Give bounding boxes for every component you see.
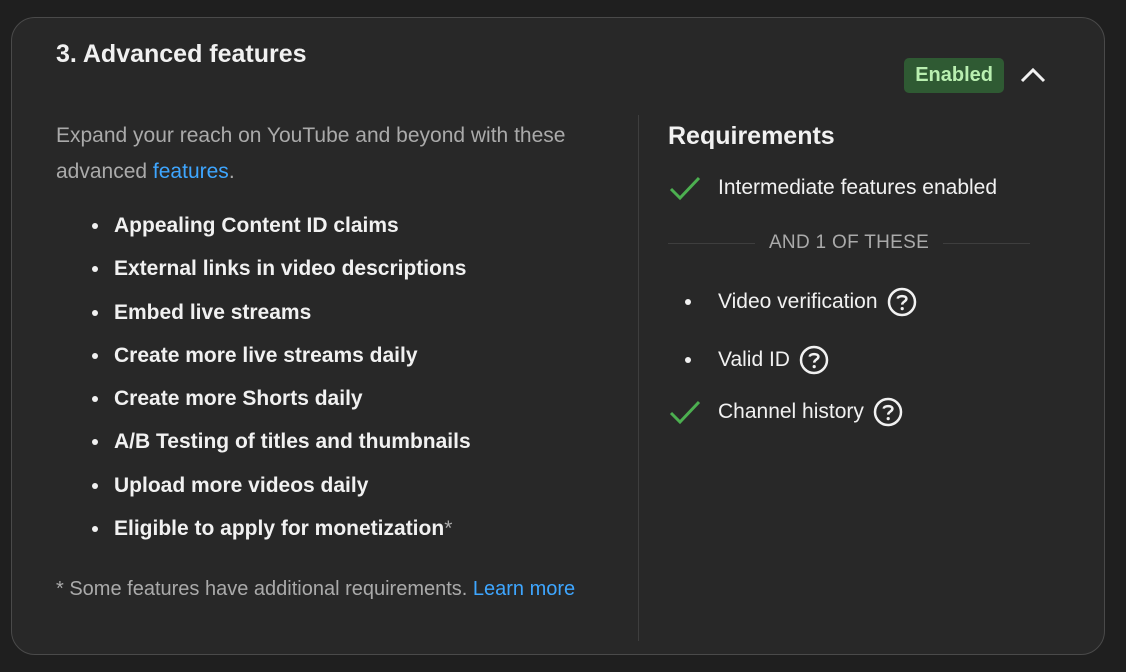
checkmark-icon [669, 400, 701, 425]
intro-text: Expand your reach on YouTube and beyond … [56, 118, 596, 190]
column-divider [638, 115, 639, 641]
requirement-label: Video verification [718, 290, 878, 313]
requirement-label: Intermediate features enabled [718, 176, 998, 199]
separator-text: AND 1 OF THESE [768, 232, 930, 253]
collapse-button[interactable] [1014, 56, 1052, 94]
feature-item: Embed live streams [92, 291, 596, 334]
help-icon[interactable] [799, 345, 829, 375]
requirement-label: Channel history [718, 400, 864, 423]
and-separator: AND 1 OF THESE [668, 228, 1031, 258]
learn-more-link[interactable]: Learn more [473, 578, 575, 600]
footnote-asterisk: * [444, 517, 453, 541]
requirement-channel-history: Channel history [668, 392, 1048, 432]
feature-item: Upload more videos daily [92, 464, 596, 507]
help-icon[interactable] [887, 287, 917, 317]
separator-line [943, 242, 1031, 244]
feature-item: Eligible to apply for monetization* [92, 507, 596, 550]
separator-line [668, 242, 755, 244]
requirement-valid-id: Valid ID [668, 340, 1048, 380]
requirement-intermediate: Intermediate features enabled [668, 168, 1048, 208]
help-icon[interactable] [873, 397, 903, 427]
feature-description-panel: Expand your reach on YouTube and beyond … [56, 118, 596, 550]
requirements-panel: Requirements Intermediate features enabl… [668, 118, 1048, 432]
bullet [685, 299, 691, 305]
advanced-features-card: 3. Advanced features Enabled Expand your… [11, 17, 1105, 655]
footnote: * Some features have additional requirem… [56, 574, 596, 604]
requirement-video-verification: Video verification [668, 282, 1048, 322]
feature-item: A/B Testing of titles and thumbnails [92, 420, 596, 463]
section-header-controls: Enabled [904, 56, 1052, 94]
feature-item: Appealing Content ID claims [92, 204, 596, 247]
footnote-text: * Some features have additional requirem… [56, 578, 473, 600]
feature-list: Appealing Content ID claims External lin… [56, 204, 596, 550]
requirements-title: Requirements [668, 122, 835, 150]
features-link[interactable]: features [153, 160, 229, 183]
intro-text-end: . [228, 160, 235, 183]
feature-item: Create more live streams daily [92, 334, 596, 377]
feature-item: Create more Shorts daily [92, 377, 596, 420]
feature-item: External links in video descriptions [92, 247, 596, 290]
section-title: 3. Advanced features [56, 40, 307, 68]
intro-text-body: Expand your reach on YouTube and beyond … [56, 124, 566, 183]
bullet [685, 357, 691, 363]
chevron-up-icon [1020, 67, 1046, 83]
requirement-label: Valid ID [718, 348, 790, 371]
checkmark-icon [669, 176, 701, 201]
status-badge: Enabled [904, 57, 1004, 93]
